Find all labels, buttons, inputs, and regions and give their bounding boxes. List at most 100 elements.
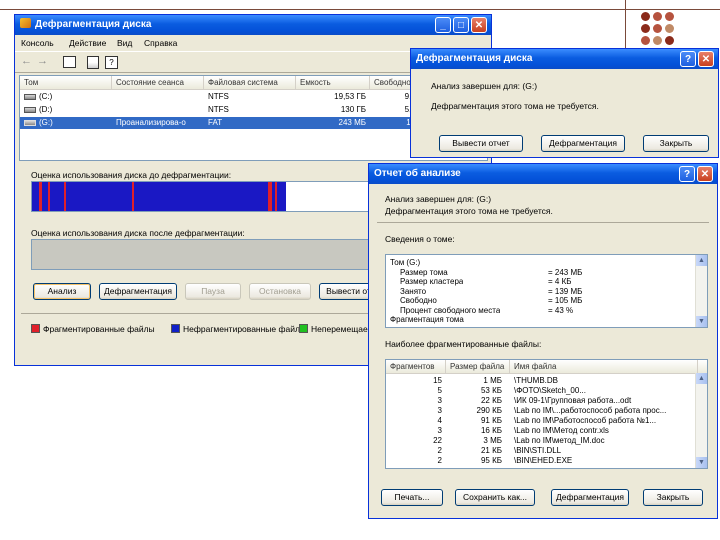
volume-info-key: Том (G:): [390, 258, 421, 267]
report-close-button[interactable]: Закрыть: [643, 489, 703, 506]
app-icon: [20, 18, 31, 28]
table-row[interactable]: 3 290 КБ \Lab по IM\...работоспособ работа…: [386, 406, 695, 416]
minimize-icon[interactable]: _: [435, 17, 451, 33]
dialog-titlebar[interactable]: Дефрагментация диска: [411, 49, 718, 69]
col-file-name[interactable]: Имя файла: [510, 360, 698, 373]
file-size: 22 КБ: [480, 396, 502, 405]
decorative-dot: [653, 24, 662, 33]
table-row[interactable]: 15 1 МБ \THUMB.DB: [386, 376, 695, 386]
file-size: 53 КБ: [480, 386, 502, 395]
save-as-button[interactable]: Сохранить как...: [455, 489, 535, 506]
decorative-dot: [653, 12, 662, 21]
help-icon[interactable]: ?: [680, 51, 696, 67]
file-name: \Lab по IM\метод_IM.doc: [514, 436, 605, 445]
menu-item-action[interactable]: Действие: [69, 38, 106, 48]
defragment-button[interactable]: Дефрагментация: [99, 283, 177, 300]
volume-info-value: = 105 МБ: [548, 296, 583, 305]
fragment-count: 4: [437, 416, 442, 425]
most-fragmented-title: Наиболее фрагментированные файлы:: [385, 339, 542, 349]
volume-name: (G:): [39, 118, 53, 127]
scroll-up-icon[interactable]: ▲: [696, 373, 707, 384]
decorative-dot: [665, 12, 674, 21]
file-size: 95 КБ: [480, 456, 502, 465]
fragmented-files-scrollbar[interactable]: ▲ ▼: [695, 373, 707, 468]
col-fragments[interactable]: Фрагментов: [386, 360, 446, 373]
close-icon[interactable]: ✕: [471, 17, 487, 33]
decorative-dot: [665, 24, 674, 33]
stop-button[interactable]: Остановка: [249, 283, 311, 300]
report-defragment-button[interactable]: Дефрагментация: [551, 489, 629, 506]
volume-info-title: Сведения о томе:: [385, 234, 455, 244]
legend-swatch-fragmented: [31, 324, 40, 333]
volume-info-key: Процент свободного места: [400, 305, 501, 315]
menu-item-view[interactable]: Вид: [117, 38, 132, 48]
analyze-button[interactable]: Анализ: [33, 283, 91, 300]
dialog-no-defrag-needed-text: Дефрагментация этого тома не требуется.: [431, 101, 599, 111]
table-row[interactable]: 2 95 КБ \BIN\EHED.EXE: [386, 456, 695, 466]
print-button[interactable]: Печать...: [381, 489, 443, 506]
volume-fs: NTFS: [208, 92, 229, 101]
file-name: \Lab по IM\...работоспособ работа прос..…: [514, 406, 667, 415]
analysis-report-window: Отчет об анализе ? ✕ Анализ завершен для…: [368, 163, 718, 519]
fragmented-mark: [268, 182, 272, 211]
legend-swatch-non-fragmented: [171, 324, 180, 333]
legend-swatch-unmovable: [299, 324, 308, 333]
drive-icon: [24, 107, 36, 113]
report-separator: [377, 222, 709, 223]
menu-item-console[interactable]: Консоль: [21, 38, 54, 48]
dialog-analysis-complete-text: Анализ завершен для: (G:): [431, 81, 538, 91]
legend-non-fragmented-label: Нефрагментированные файлы: [183, 324, 307, 334]
dialog-view-report-button[interactable]: Вывести отчет: [439, 135, 523, 152]
table-row[interactable]: 22 3 МБ \Lab по IM\метод_IM.doc: [386, 436, 695, 446]
fragmented-mark: [275, 182, 277, 211]
dialog-close-button[interactable]: Закрыть: [643, 135, 709, 152]
analysis-complete-dialog: Дефрагментация диска ? ✕ Анализ завершен…: [410, 48, 719, 158]
menu-item-help[interactable]: Справка: [144, 38, 177, 48]
table-row[interactable]: 5 53 КБ \ФОТО\Sketch_00...: [386, 386, 695, 396]
file-size: 16 КБ: [480, 426, 502, 435]
help-toolbar-icon[interactable]: ?: [105, 56, 118, 69]
col-volume[interactable]: Том: [20, 76, 112, 89]
table-row[interactable]: 2 21 КБ \BIN\STI.DLL: [386, 446, 695, 456]
scroll-down-icon[interactable]: ▼: [696, 316, 707, 327]
decorative-dot: [653, 36, 662, 45]
col-session-state[interactable]: Состояние сеанса: [112, 76, 204, 89]
help-icon[interactable]: ?: [679, 166, 695, 182]
file-name: \Lab по IM\Метод contr.xls: [514, 426, 609, 435]
volume-info-value: = 243 МБ: [548, 267, 583, 277]
decorative-dot: [641, 24, 650, 33]
report-titlebar[interactable]: Отчет об анализе: [369, 164, 717, 184]
fragmented-mark: [48, 182, 50, 211]
fragment-count: 3: [437, 426, 442, 435]
dialog-defragment-button[interactable]: Дефрагментация: [541, 135, 625, 152]
file-size: 21 КБ: [480, 446, 502, 455]
maximize-icon[interactable]: □: [453, 17, 469, 33]
forward-arrow-icon[interactable]: →: [37, 55, 48, 67]
close-icon[interactable]: ✕: [697, 166, 713, 182]
file-name: \ИК 09-1\Групповая работа...odt: [514, 396, 632, 405]
col-capacity[interactable]: Емкость: [296, 76, 370, 89]
table-row[interactable]: 4 91 КБ \Lab по IM\Работоспособ работа №1.…: [386, 416, 695, 426]
volume-info-scrollbar[interactable]: ▲ ▼: [695, 255, 707, 327]
main-window-titlebar[interactable]: Дефрагментация диска: [15, 15, 491, 35]
table-row[interactable]: 3 16 КБ \Lab по IM\Метод contr.xls: [386, 426, 695, 436]
back-arrow-icon[interactable]: ←: [21, 55, 32, 67]
col-file-size[interactable]: Размер файла: [446, 360, 510, 373]
pause-button[interactable]: Пауза: [185, 283, 241, 300]
file-name: \ФОТО\Sketch_00...: [514, 386, 586, 395]
volume-capacity: 243 МБ: [338, 118, 366, 127]
volume-info-value: = 43 %: [548, 305, 574, 315]
fragment-count: 5: [437, 386, 442, 395]
scroll-up-icon[interactable]: ▲: [696, 255, 707, 266]
fragmented-mark: [64, 182, 66, 211]
console-tree-icon[interactable]: [63, 56, 76, 68]
fragment-count: 2: [437, 446, 442, 455]
table-row[interactable]: 3 22 КБ \ИК 09-1\Групповая работа...odt: [386, 396, 695, 406]
close-icon[interactable]: ✕: [698, 51, 714, 67]
volume-info-key: Занято: [400, 286, 427, 296]
file-name: \Lab по IM\Работоспособ работа №1...: [514, 416, 657, 425]
scroll-down-icon[interactable]: ▼: [696, 457, 707, 468]
col-filesystem[interactable]: Файловая система: [204, 76, 296, 89]
non-fragmented-region: [32, 182, 286, 211]
properties-icon[interactable]: [87, 56, 99, 69]
